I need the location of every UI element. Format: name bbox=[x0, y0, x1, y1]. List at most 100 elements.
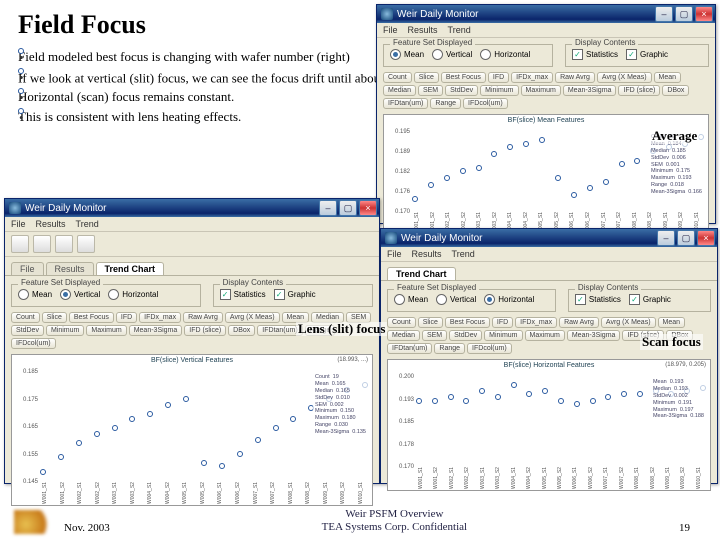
stat-button[interactable]: Best Focus bbox=[441, 72, 486, 83]
stat-button[interactable]: IFDcol(um) bbox=[467, 343, 512, 354]
tool-button[interactable] bbox=[33, 235, 51, 253]
check-graphic[interactable]: Graphic bbox=[274, 289, 316, 300]
stat-button[interactable]: IFD bbox=[488, 72, 509, 83]
stat-button[interactable]: Minimum bbox=[480, 85, 518, 96]
stat-button[interactable]: Maximum bbox=[521, 85, 561, 96]
tab-trend-chart[interactable]: Trend Chart bbox=[387, 267, 456, 280]
menu-results[interactable]: Results bbox=[36, 219, 66, 229]
stats-panel: Count 19Mean 0.165Median 0.165StdDev 0.0… bbox=[313, 373, 368, 437]
stat-button[interactable]: Mean-3Sigma bbox=[567, 330, 621, 341]
radio-vertical[interactable]: Vertical bbox=[60, 289, 100, 300]
stat-button[interactable]: IFDx_max bbox=[511, 72, 553, 83]
stat-button[interactable]: Mean-3Sigma bbox=[129, 325, 183, 336]
stat-button[interactable]: SEM bbox=[422, 330, 447, 341]
maximize-button[interactable]: ▢ bbox=[339, 200, 357, 216]
data-point bbox=[539, 137, 545, 143]
menu-trend[interactable]: Trend bbox=[76, 219, 99, 229]
stat-button[interactable]: Mean bbox=[654, 72, 682, 83]
check-statistics[interactable]: Statistics bbox=[575, 294, 621, 305]
stat-button[interactable]: Maximum bbox=[86, 325, 126, 336]
stat-button[interactable]: Range bbox=[434, 343, 465, 354]
tool-button[interactable] bbox=[77, 235, 95, 253]
menu-trend[interactable]: Trend bbox=[448, 25, 471, 35]
stat-button[interactable]: Mean bbox=[658, 317, 686, 328]
stat-button[interactable]: Raw Avrg bbox=[555, 72, 595, 83]
radio-vertical[interactable]: Vertical bbox=[432, 49, 472, 60]
plot-vertical[interactable]: BF(slice) Vertical Features (18.993, ...… bbox=[11, 354, 373, 506]
close-button[interactable]: × bbox=[695, 6, 713, 22]
check-graphic[interactable]: Graphic bbox=[629, 294, 671, 305]
menu-results[interactable]: Results bbox=[408, 25, 438, 35]
minimize-button[interactable]: – bbox=[657, 230, 675, 246]
check-statistics[interactable]: Statistics bbox=[220, 289, 266, 300]
stat-button[interactable]: Slice bbox=[414, 72, 439, 83]
stat-button[interactable]: StdDev bbox=[11, 325, 44, 336]
menu-file[interactable]: File bbox=[383, 25, 398, 35]
stat-button[interactable]: IFD bbox=[492, 317, 513, 328]
stat-button[interactable]: Avrg (X Meas) bbox=[601, 317, 656, 328]
menu-trend[interactable]: Trend bbox=[452, 249, 475, 259]
stat-button[interactable]: IFDtan(um) bbox=[383, 98, 428, 109]
stat-button[interactable]: Best Focus bbox=[445, 317, 490, 328]
radio-mean[interactable]: Mean bbox=[394, 294, 428, 305]
menu-results[interactable]: Results bbox=[412, 249, 442, 259]
radio-horizontal[interactable]: Horizontal bbox=[108, 289, 158, 300]
stat-button[interactable]: Best Focus bbox=[69, 312, 114, 323]
data-point bbox=[511, 382, 517, 388]
stat-button[interactable]: StdDev bbox=[449, 330, 482, 341]
titlebar[interactable]: Weir Daily Monitor – ▢ × bbox=[381, 229, 717, 247]
stat-button[interactable]: IFDx_max bbox=[139, 312, 181, 323]
stat-button[interactable]: IFD bbox=[116, 312, 137, 323]
tab-results[interactable]: Results bbox=[46, 262, 94, 275]
stat-button[interactable]: Raw Avrg bbox=[559, 317, 599, 328]
menu-file[interactable]: File bbox=[387, 249, 402, 259]
radio-mean[interactable]: Mean bbox=[18, 289, 52, 300]
stat-button[interactable]: SEM bbox=[418, 85, 443, 96]
tool-button[interactable] bbox=[55, 235, 73, 253]
radio-horizontal[interactable]: Horizontal bbox=[484, 294, 534, 305]
stat-button[interactable]: IFDx_max bbox=[515, 317, 557, 328]
stat-button[interactable]: Avrg (X Meas) bbox=[225, 312, 280, 323]
titlebar[interactable]: Weir Daily Monitor – ▢ × bbox=[377, 5, 715, 23]
stat-button[interactable]: Count bbox=[383, 72, 412, 83]
tab-file[interactable]: File bbox=[11, 262, 44, 275]
minimize-button[interactable]: – bbox=[655, 6, 673, 22]
stat-button[interactable]: Slice bbox=[42, 312, 67, 323]
stat-button[interactable]: Count bbox=[11, 312, 40, 323]
stat-button[interactable]: IFD (slice) bbox=[618, 85, 660, 96]
maximize-button[interactable]: ▢ bbox=[677, 230, 695, 246]
stat-button[interactable]: Median bbox=[383, 85, 416, 96]
maximize-button[interactable]: ▢ bbox=[675, 6, 693, 22]
stat-button[interactable]: Median bbox=[387, 330, 420, 341]
radio-mean[interactable]: Mean bbox=[390, 49, 424, 60]
tool-button[interactable] bbox=[11, 235, 29, 253]
tab-trend-chart[interactable]: Trend Chart bbox=[96, 262, 165, 275]
stat-button[interactable]: IFDtan(um) bbox=[387, 343, 432, 354]
stat-button[interactable]: IFDcol(um) bbox=[11, 338, 56, 349]
stat-button[interactable]: IFDcol(um) bbox=[463, 98, 508, 109]
minimize-button[interactable]: – bbox=[319, 200, 337, 216]
stat-button[interactable]: Maximum bbox=[525, 330, 565, 341]
stat-button[interactable]: Avrg (X Meas) bbox=[597, 72, 652, 83]
close-button[interactable]: × bbox=[697, 230, 715, 246]
data-point bbox=[590, 398, 596, 404]
stat-button[interactable]: Minimum bbox=[46, 325, 84, 336]
stat-button[interactable]: DBox bbox=[228, 325, 255, 336]
menu-file[interactable]: File bbox=[11, 219, 26, 229]
close-button[interactable]: × bbox=[359, 200, 377, 216]
stat-button[interactable]: DBox bbox=[662, 85, 689, 96]
stat-button[interactable]: StdDev bbox=[445, 85, 478, 96]
check-graphic[interactable]: Graphic bbox=[626, 49, 668, 60]
stat-button[interactable]: Count bbox=[387, 317, 416, 328]
stat-button[interactable]: IFD (slice) bbox=[184, 325, 226, 336]
check-statistics[interactable]: Statistics bbox=[572, 49, 618, 60]
radio-vertical[interactable]: Vertical bbox=[436, 294, 476, 305]
stat-button[interactable]: Slice bbox=[418, 317, 443, 328]
titlebar[interactable]: Weir Daily Monitor – ▢ × bbox=[5, 199, 379, 217]
plot-horizontal[interactable]: BF(slice) Horizontal Features (18.979, 0… bbox=[387, 359, 711, 491]
stat-button[interactable]: Minimum bbox=[484, 330, 522, 341]
radio-horizontal[interactable]: Horizontal bbox=[480, 49, 530, 60]
stat-button[interactable]: Mean-3Sigma bbox=[563, 85, 617, 96]
stat-button[interactable]: Raw Avrg bbox=[183, 312, 223, 323]
stat-button[interactable]: Range bbox=[430, 98, 461, 109]
